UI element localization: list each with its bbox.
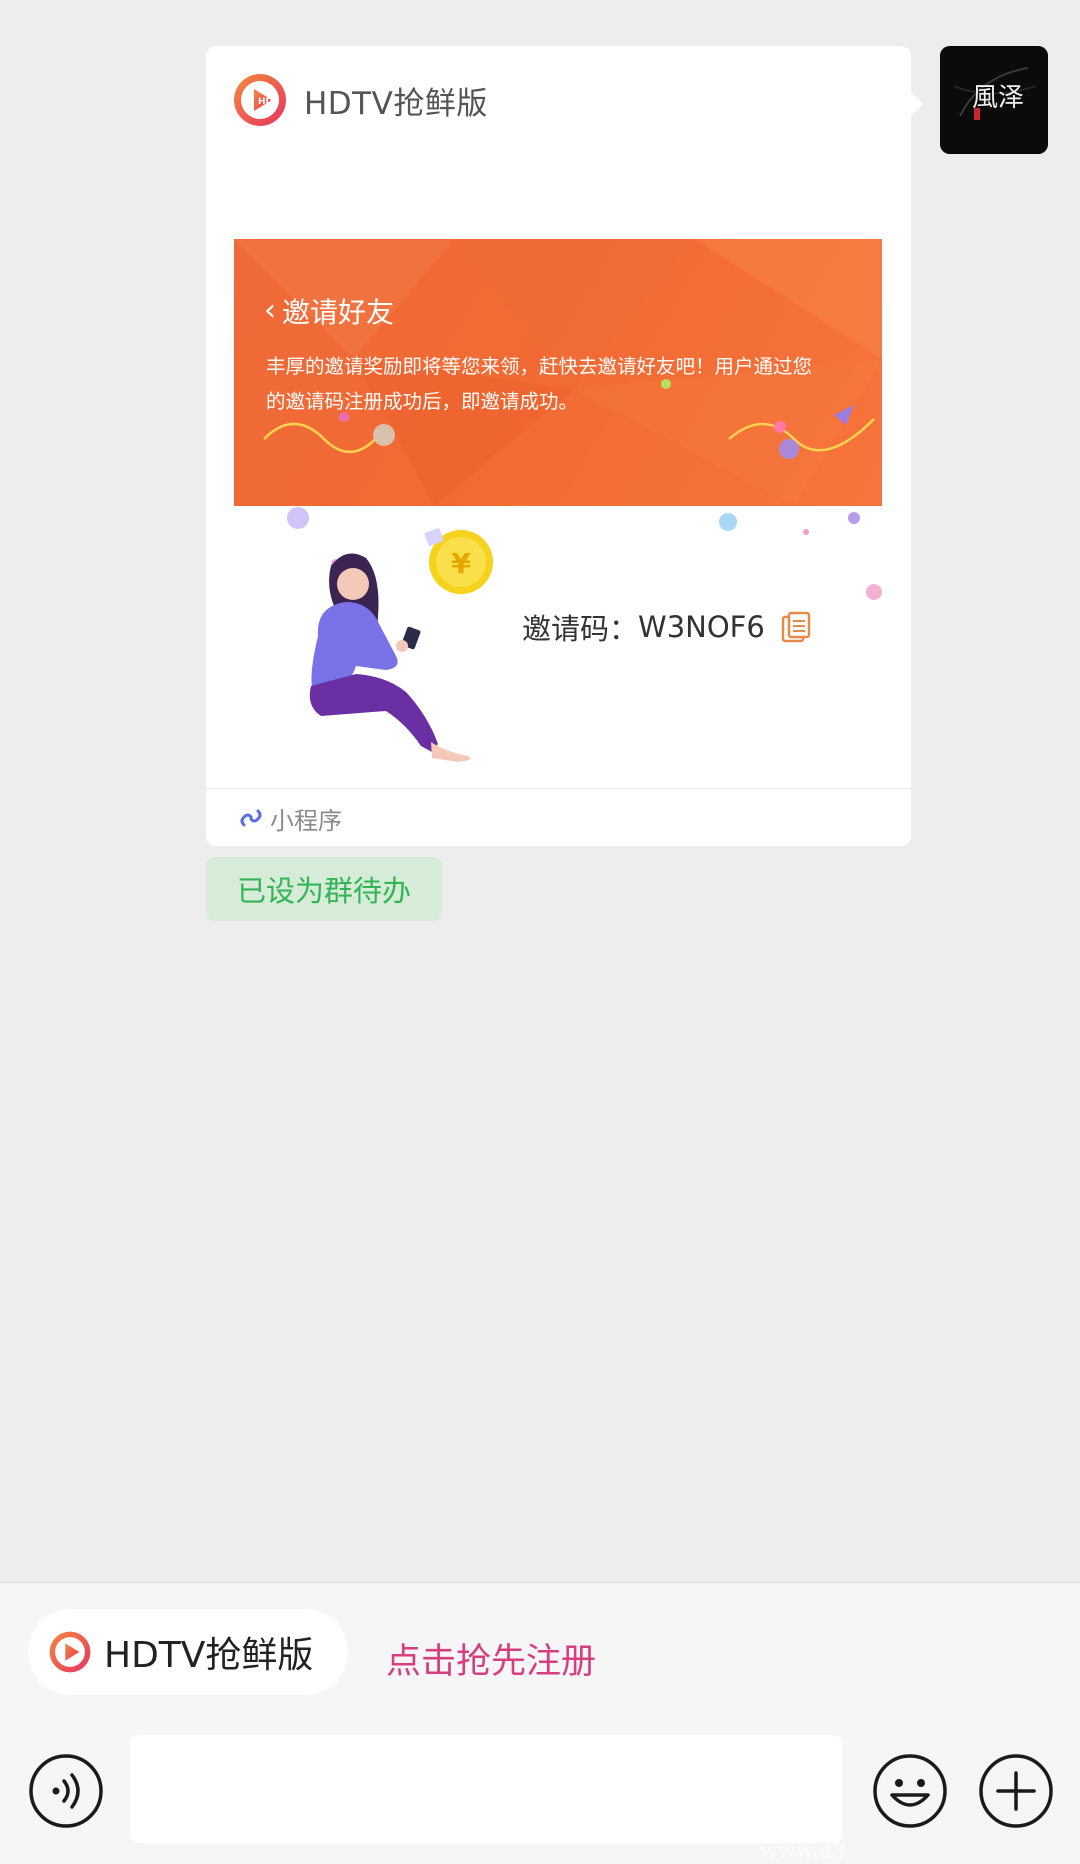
register-link[interactable]: 点击抢先注册 bbox=[386, 1633, 596, 1684]
hdtv-chip-logo-icon bbox=[49, 1631, 91, 1673]
hdtv-app-chip[interactable]: HDTV抢鲜版 bbox=[28, 1609, 348, 1695]
card-app-name: HDTV抢鲜版 bbox=[304, 85, 488, 122]
avatar-text: 風泽 bbox=[972, 83, 1024, 113]
invite-code-label: 邀请码： bbox=[522, 612, 639, 646]
banner-title: ‹ 邀请好友 bbox=[264, 291, 394, 331]
invite-area: ¥ 邀请码： W3NOF6 bbox=[206, 506, 911, 796]
chat-area: 風泽 HD HDTV抢鲜版 ‹ 邀请好友 丰厚的邀请奖励即将等您来领，赶快去邀请… bbox=[0, 0, 1080, 1582]
group-todo-badge[interactable]: 已设为群待办 bbox=[206, 857, 442, 921]
banner-title-text: 邀请好友 bbox=[282, 296, 395, 329]
svg-text:HD: HD bbox=[258, 97, 273, 107]
back-chevron-icon: ‹ bbox=[264, 293, 276, 328]
banner-description: 丰厚的邀请奖励即将等您来领，赶快去邀请好友吧！用户通过您的邀请码注册成功后，即邀… bbox=[266, 355, 813, 413]
chip-label: HDTV抢鲜版 bbox=[104, 1635, 314, 1676]
message-input[interactable] bbox=[130, 1735, 842, 1843]
invite-illustration: ¥ bbox=[287, 507, 882, 762]
voice-icon[interactable] bbox=[28, 1753, 104, 1829]
emoji-icon[interactable] bbox=[872, 1753, 948, 1829]
coin-symbol: ¥ bbox=[451, 547, 471, 580]
card-header: HD HDTV抢鲜版 bbox=[232, 72, 488, 128]
invite-code-value: W3NOF6 bbox=[638, 610, 765, 644]
bubble-tail bbox=[910, 92, 924, 116]
mini-program-label: 小程序 bbox=[270, 806, 342, 835]
hdtv-logo-icon: HD bbox=[234, 74, 286, 126]
mini-program-card[interactable]: HD HDTV抢鲜版 ‹ 邀请好友 丰厚的邀请奖励即将等您来领，赶快去邀请好友吧… bbox=[206, 46, 911, 846]
card-footer: 小程序 bbox=[206, 788, 911, 846]
mini-program-icon bbox=[240, 809, 262, 827]
invite-banner: ‹ 邀请好友 丰厚的邀请奖励即将等您来领，赶快去邀请好友吧！用户通过您的邀请码注… bbox=[234, 239, 882, 506]
watermark: www.d3 bbox=[760, 1838, 847, 1862]
bottom-bar: HDTV抢鲜版 点击抢先注册 bbox=[0, 1582, 1080, 1864]
avatar-art: 風泽 bbox=[940, 46, 1048, 154]
invite-code-row: 邀请码： W3NOF6 bbox=[522, 606, 811, 648]
copy-icon[interactable] bbox=[781, 611, 811, 643]
plus-icon[interactable] bbox=[978, 1753, 1054, 1829]
sender-avatar[interactable]: 風泽 bbox=[940, 46, 1048, 154]
